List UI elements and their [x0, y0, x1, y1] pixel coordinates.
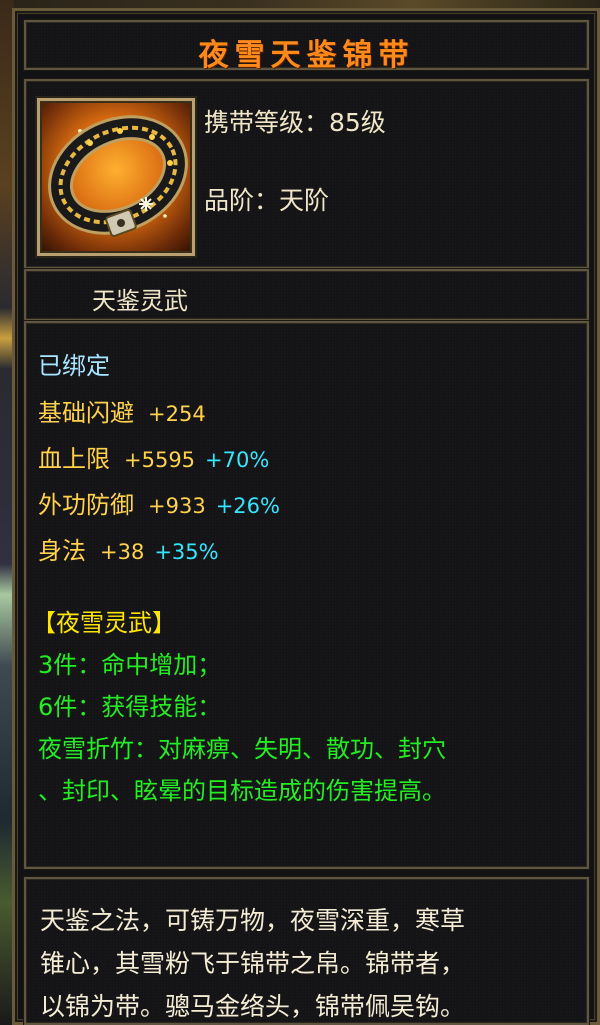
golden-belt-icon[interactable] [37, 98, 195, 256]
attribute-row: 外功防御 +933 +26% [38, 485, 280, 520]
set-bonus-line: 6件：获得技能： [38, 693, 222, 721]
attribute-value: +933 [148, 494, 206, 518]
item-description: 天鉴之法，可铸万物，夜雪深重，寒草 锥心，其雪粉飞于锦带之帛。锦带者， 以锦为带… [40, 899, 575, 1025]
set-title: 【夜雪灵武】 [32, 609, 176, 637]
attribute-value: +5595 [124, 448, 196, 472]
attribute-bonus: +70% [205, 448, 270, 472]
set-bonus-line: 夜雪折竹：对麻痹、失明、散功、封穴 [38, 735, 446, 763]
bound-status: 已绑定 [38, 352, 110, 380]
attribute-bonus: +26% [215, 494, 280, 518]
carry-level: 携带等级：85级 [204, 108, 386, 137]
attribute-label: 基础闪避 [38, 399, 134, 427]
type-panel: 天鉴灵武 [24, 269, 589, 321]
item-grade: 品阶：天阶 [204, 186, 330, 215]
attribute-label: 血上限 [38, 445, 110, 473]
item-tooltip: 夜雪天鉴锦带 携带等级：85级 品阶：天阶 天鉴灵武 已绑定 基础闪避 +254… [12, 8, 600, 1025]
attribute-row: 身法 +38 +35% [38, 531, 219, 566]
attribute-label: 身法 [38, 537, 86, 565]
set-bonus-line: 3件：命中增加； [38, 651, 222, 679]
description-panel: 天鉴之法，可铸万物，夜雪深重，寒草 锥心，其雪粉飞于锦带之帛。锦带者， 以锦为带… [24, 877, 589, 1025]
description-line: 天鉴之法，可铸万物，夜雪深重，寒草 [40, 906, 466, 935]
attribute-value: +254 [148, 402, 206, 426]
item-type: 天鉴灵武 [92, 287, 188, 315]
attribute-row: 血上限 +5595 +70% [38, 439, 269, 474]
title-panel: 夜雪天鉴锦带 [24, 20, 589, 73]
attribute-panel: 已绑定 基础闪避 +254 血上限 +5595 +70% 外功防御 +933 +26% 身… [24, 321, 589, 869]
attribute-bonus: +35% [154, 540, 219, 564]
info-panel: 携带等级：85级 品阶：天阶 [24, 79, 589, 269]
attribute-row: 基础闪避 +254 [38, 393, 206, 428]
item-name: 夜雪天鉴锦带 [198, 38, 415, 73]
attribute-value: +38 [100, 540, 145, 564]
description-line: 锥心，其雪粉飞于锦带之帛。锦带者， [40, 949, 466, 978]
attribute-label: 外功防御 [38, 491, 134, 519]
description-line: 以锦为带。骢马金络头，锦带佩吴钩。 [40, 992, 466, 1021]
set-bonus-line: 、封印、眩晕的目标造成的伤害提高。 [38, 777, 446, 805]
